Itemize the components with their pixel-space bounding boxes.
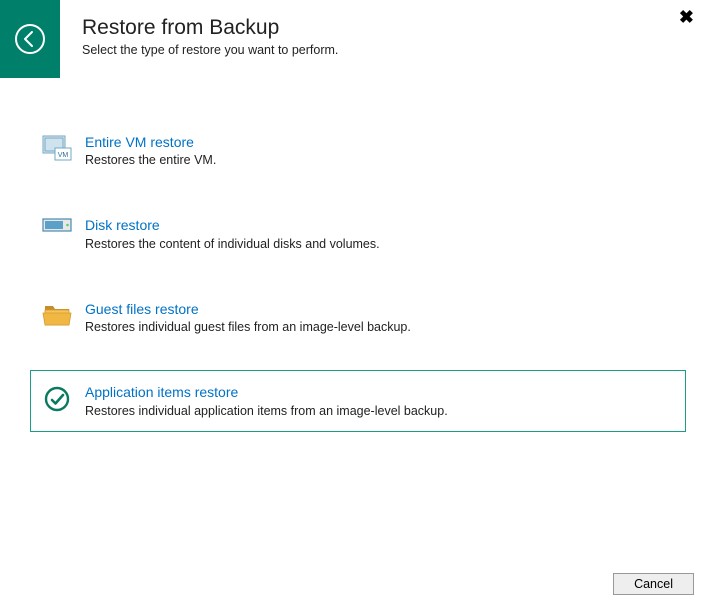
folder-icon xyxy=(39,302,75,328)
option-desc: Restores individual guest files from an … xyxy=(85,319,675,335)
option-application-items-restore[interactable]: Application items restore Restores indiv… xyxy=(30,370,686,431)
footer: Cancel xyxy=(613,573,694,595)
option-title: Guest files restore xyxy=(85,300,675,318)
option-desc: Restores the entire VM. xyxy=(85,152,675,168)
vm-icon: VM xyxy=(39,135,75,161)
option-disk-restore[interactable]: Disk restore Restores the content of ind… xyxy=(30,203,686,264)
option-entire-vm-restore[interactable]: VM Entire VM restore Restores the entire… xyxy=(30,120,686,181)
page-subtitle: Select the type of restore you want to p… xyxy=(82,43,338,57)
option-text: Guest files restore Restores individual … xyxy=(85,300,675,335)
page-title: Restore from Backup xyxy=(82,15,338,40)
app-icon xyxy=(39,385,75,413)
options-list: VM Entire VM restore Restores the entire… xyxy=(30,120,686,432)
close-icon: ✖ xyxy=(679,7,694,27)
header: Restore from Backup Select the type of r… xyxy=(0,0,708,78)
option-text: Entire VM restore Restores the entire VM… xyxy=(85,133,675,168)
option-title: Application items restore xyxy=(85,383,675,401)
back-button[interactable] xyxy=(0,0,60,78)
option-desc: Restores the content of individual disks… xyxy=(85,236,675,252)
option-title: Entire VM restore xyxy=(85,133,675,151)
title-block: Restore from Backup Select the type of r… xyxy=(60,0,338,57)
option-title: Disk restore xyxy=(85,216,675,234)
option-text: Application items restore Restores indiv… xyxy=(85,383,675,418)
cancel-button[interactable]: Cancel xyxy=(613,573,694,595)
disk-icon xyxy=(39,218,75,232)
option-guest-files-restore[interactable]: Guest files restore Restores individual … xyxy=(30,287,686,348)
svg-text:VM: VM xyxy=(58,152,69,159)
close-button[interactable]: ✖ xyxy=(679,8,694,26)
back-arrow-icon xyxy=(14,23,46,55)
option-desc: Restores individual application items fr… xyxy=(85,403,675,419)
option-text: Disk restore Restores the content of ind… xyxy=(85,216,675,251)
